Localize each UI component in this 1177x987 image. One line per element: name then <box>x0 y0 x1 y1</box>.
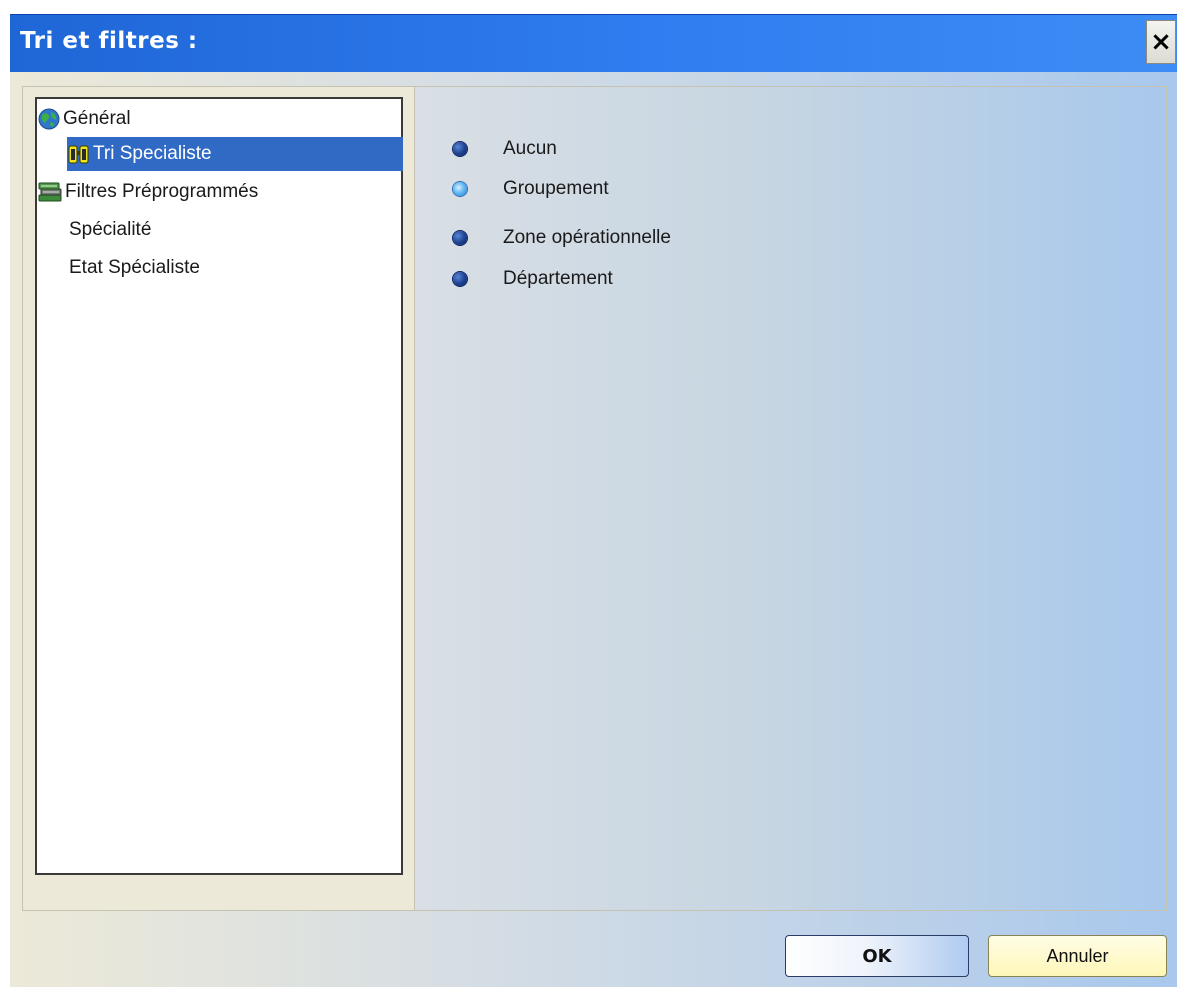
close-button[interactable]: × <box>1146 20 1176 64</box>
tree-item-filtres-preprogrammes[interactable]: Filtres Préprogrammés <box>37 175 258 209</box>
binoculars-icon <box>67 143 91 165</box>
radio-indicator[interactable] <box>453 272 467 286</box>
radio-label: Groupement <box>503 178 609 199</box>
radio-aucun[interactable]: Aucun <box>453 134 557 164</box>
tree-item-label: Tri Specialiste <box>93 143 212 164</box>
category-tree[interactable]: Général Tri Specialiste Filtres Préprogr… <box>35 97 403 875</box>
radio-indicator[interactable] <box>453 231 467 245</box>
options-pane: Aucun Groupement Zone opérationnelle Dép… <box>415 87 1166 910</box>
radio-indicator[interactable] <box>453 182 467 196</box>
radio-label: Aucun <box>503 138 557 159</box>
cancel-button[interactable]: Annuler <box>988 935 1167 977</box>
tree-item-label: Général <box>63 108 131 129</box>
window-title: Tri et filtres : <box>20 28 198 54</box>
dialog-body: Général Tri Specialiste Filtres Préprogr… <box>10 72 1177 987</box>
tree-item-tri-specialiste[interactable]: Tri Specialiste <box>67 137 403 171</box>
ok-button[interactable]: OK <box>785 935 969 977</box>
books-icon <box>37 181 63 203</box>
content-frame: Général Tri Specialiste Filtres Préprogr… <box>22 86 1167 911</box>
radio-zone-operationnelle[interactable]: Zone opérationnelle <box>453 223 671 253</box>
radio-indicator[interactable] <box>453 142 467 156</box>
radio-groupement[interactable]: Groupement <box>453 174 609 204</box>
title-bar: Tri et filtres : <box>10 14 1177 72</box>
close-icon: × <box>1150 27 1172 57</box>
tree-item-general[interactable]: Général <box>37 102 131 136</box>
radio-label: Zone opérationnelle <box>503 227 671 248</box>
tree-item-label: Filtres Préprogrammés <box>65 181 259 202</box>
globe-icon <box>37 107 61 131</box>
tree-item-etat-specialiste[interactable]: Etat Spécialiste <box>67 251 200 285</box>
radio-label: Département <box>503 268 613 289</box>
radio-departement[interactable]: Département <box>453 264 613 294</box>
left-pane: Général Tri Specialiste Filtres Préprogr… <box>23 87 415 910</box>
tree-item-label: Etat Spécialiste <box>69 257 200 278</box>
tree-item-label: Spécialité <box>69 219 152 240</box>
tree-item-specialite[interactable]: Spécialité <box>67 213 151 247</box>
